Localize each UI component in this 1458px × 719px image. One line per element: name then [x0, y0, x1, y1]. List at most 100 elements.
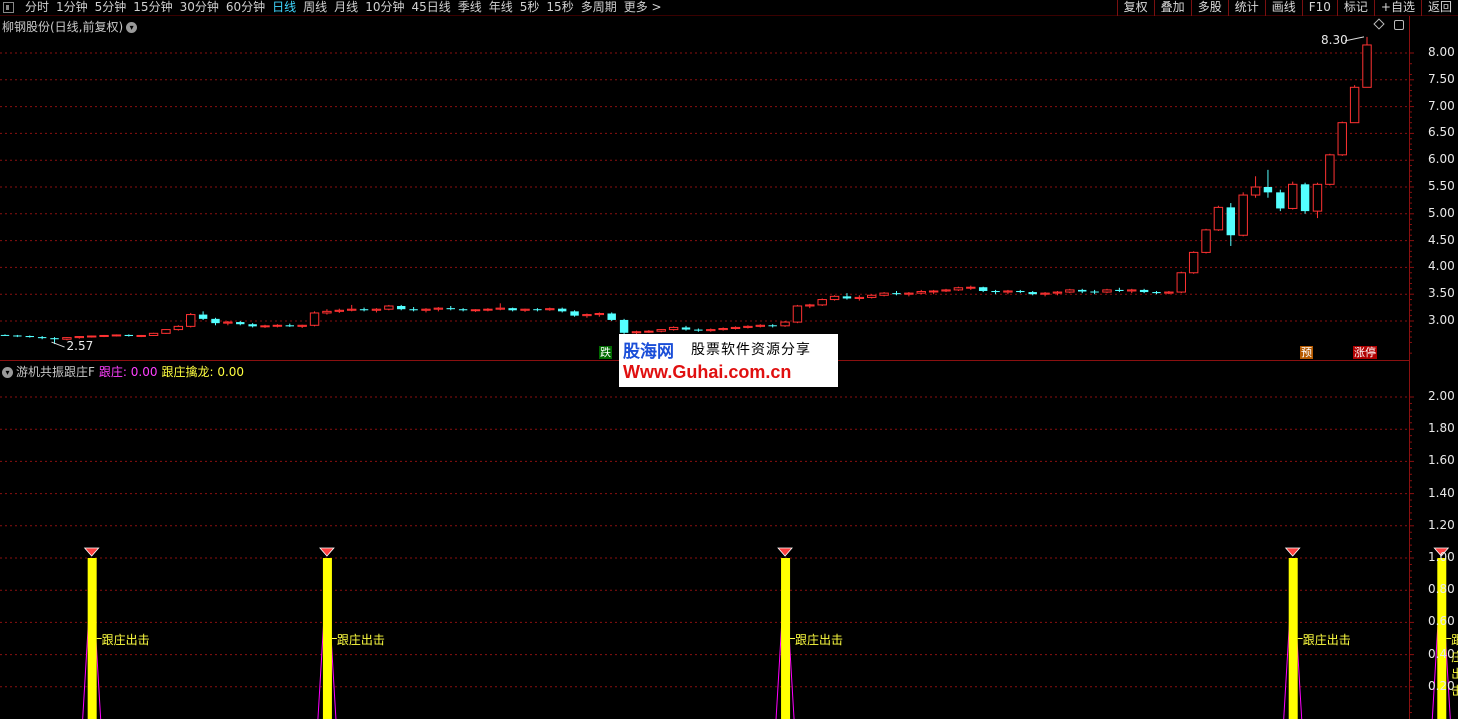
price-axis-line [1409, 16, 1410, 719]
candle-up [99, 334, 109, 337]
candle-down [409, 309, 418, 311]
candle-down [768, 325, 777, 327]
gem-icon [319, 547, 335, 557]
signal-label: 跟庄出击 [1451, 632, 1458, 698]
indicator-axis-label: 0.60 [1428, 614, 1455, 629]
candle-up [1065, 289, 1075, 293]
candle-up [718, 328, 728, 331]
signal-label: 跟庄出击 [101, 632, 150, 647]
candle-up [173, 325, 184, 331]
price-axis-label: 8.00 [1428, 45, 1455, 59]
candle-down [533, 309, 542, 311]
candle-down [1115, 289, 1124, 291]
candle-down [124, 334, 134, 337]
signal-bar [1288, 558, 1298, 719]
candle-down [446, 308, 455, 310]
candle-down [285, 325, 294, 327]
candle-up [433, 307, 444, 310]
forecast-badge[interactable]: 预 [1300, 346, 1313, 359]
candle-up [1188, 251, 1199, 274]
price-axis-label: 7.00 [1428, 98, 1455, 113]
candle-up [1362, 44, 1372, 88]
candle-up [730, 326, 741, 330]
candle-down [248, 324, 257, 327]
candle-up [161, 329, 171, 334]
candle-up [1213, 206, 1224, 231]
chevron-down-icon[interactable]: ▾ [2, 367, 13, 378]
candle-down [1028, 292, 1037, 295]
candle-up [384, 305, 394, 310]
candle-down [458, 309, 468, 311]
candle-up [1238, 194, 1248, 236]
signal-label: 跟庄出击 [336, 632, 385, 647]
candle-up [656, 329, 666, 332]
indicator-series-1: 跟庄: 0.00 [98, 365, 158, 379]
candle-up [148, 332, 159, 336]
candle-up [755, 324, 766, 327]
price-axis-label: 4.50 [1428, 232, 1455, 247]
fall-badge[interactable]: 跌 [599, 346, 612, 359]
indicator-axis-label: 0.80 [1428, 582, 1455, 597]
signal-bar [87, 558, 97, 719]
candle-up [743, 325, 753, 328]
candle-up [854, 296, 865, 299]
limit-up-badge[interactable]: 涨停 [1353, 346, 1377, 359]
candle-down [607, 313, 616, 320]
candle-up [272, 324, 283, 327]
candle-down [211, 318, 220, 324]
candle-up [1312, 183, 1323, 212]
candle-up [1250, 186, 1261, 196]
candle-up [483, 308, 493, 311]
candle-down [1139, 289, 1149, 293]
candle-up [1176, 272, 1186, 293]
candle-up [470, 309, 481, 312]
candle-down [236, 322, 245, 325]
candle-up [953, 287, 964, 291]
candle-down [681, 327, 691, 330]
candle-up [1040, 292, 1050, 295]
candle-up [1337, 122, 1347, 156]
candle-up [631, 331, 642, 334]
gem-icon [83, 547, 100, 557]
candle-up [594, 312, 605, 316]
candle-down [50, 338, 59, 340]
candle-up [495, 307, 505, 310]
candle-up [322, 310, 332, 314]
candle-up [74, 336, 85, 339]
price-axis-label: 5.50 [1428, 179, 1455, 193]
price-axis-label: 6.50 [1428, 125, 1455, 140]
watermark-url: Www.Guhai.com.cn [623, 362, 792, 382]
candle-down [1152, 292, 1161, 294]
candle-up [644, 330, 654, 333]
candle-down [397, 305, 406, 310]
indicator-title[interactable]: ▾ 游机共振跟庄F 跟庄: 0.00 跟庄擒龙: 0.00 [2, 363, 244, 380]
price-axis-label: 3.50 [1428, 286, 1455, 301]
max-pointer [1344, 36, 1365, 42]
candle-up [309, 312, 320, 326]
candle-down [1090, 291, 1099, 293]
candle-up [1003, 290, 1013, 293]
candle-up [334, 309, 345, 312]
candle-up [966, 286, 976, 289]
candle-up [916, 291, 926, 294]
candle-up [111, 334, 122, 337]
candle-down [359, 309, 369, 311]
candle-down [978, 287, 988, 291]
indicator-axis-label: 1.60 [1428, 453, 1455, 468]
candle-up [371, 308, 382, 311]
candle-up [346, 308, 357, 311]
price-axis-label: 3.00 [1428, 313, 1455, 327]
indicator-axis-label: 1.20 [1428, 517, 1455, 532]
candle-up [879, 292, 889, 296]
candle-up [829, 295, 840, 301]
signal-label: 跟庄出击 [1302, 632, 1351, 647]
candle-down [570, 311, 579, 316]
candle-up [421, 308, 431, 311]
candle-up [260, 325, 270, 328]
candle-up [706, 329, 716, 332]
candle-down [198, 314, 208, 319]
candle-down [1276, 192, 1285, 209]
candle-down [557, 308, 567, 312]
gem-icon [1284, 547, 1301, 557]
candle-down [1300, 184, 1310, 212]
